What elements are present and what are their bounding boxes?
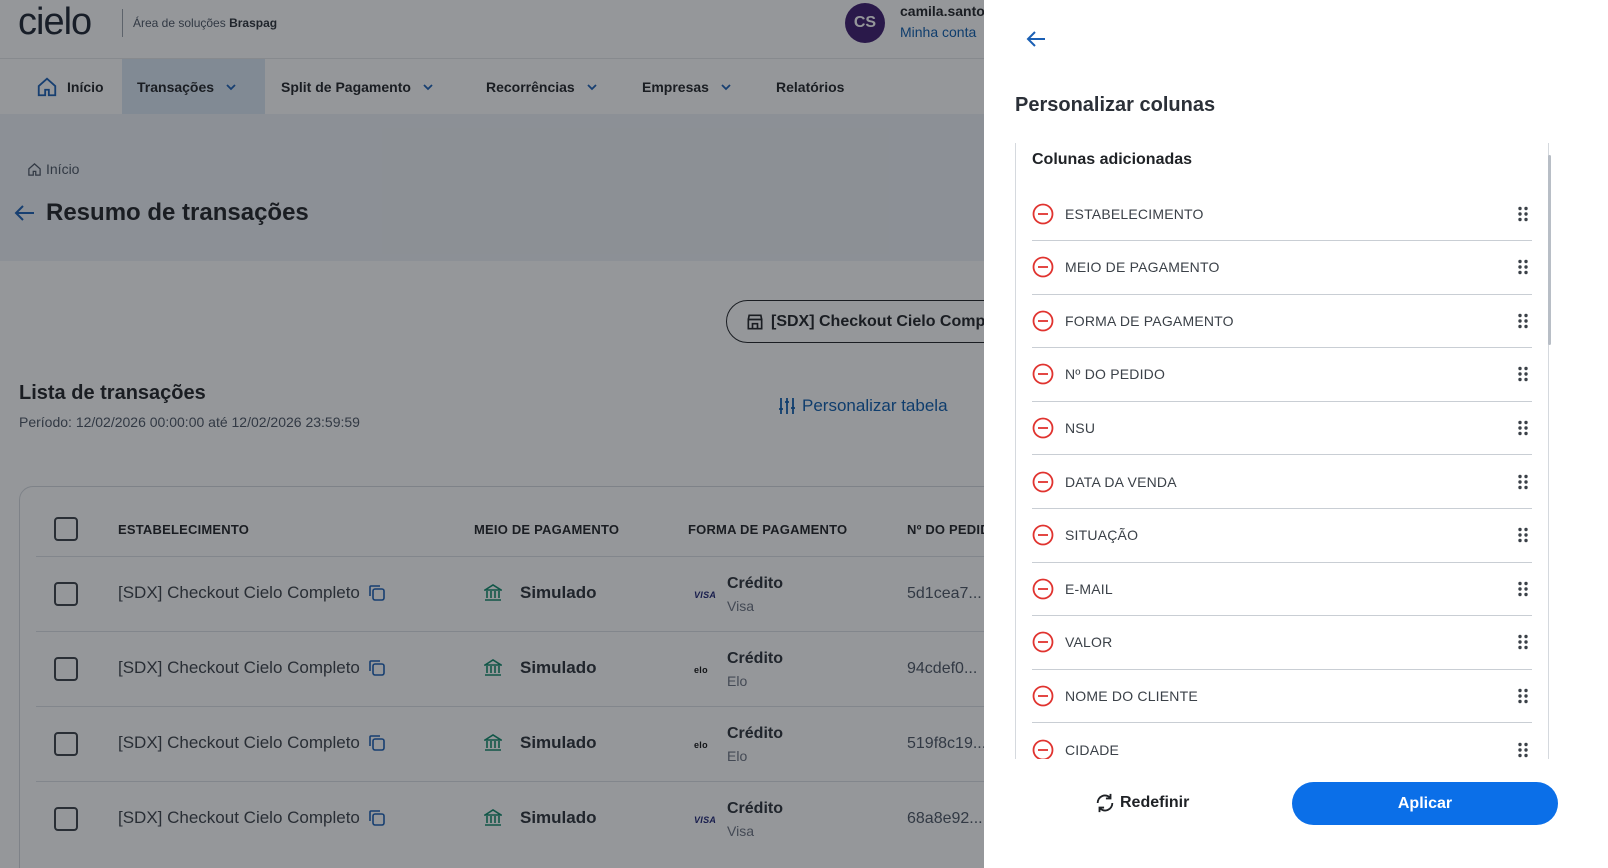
minus-circle-icon[interactable]: [1032, 471, 1054, 493]
column-row[interactable]: CIDADE: [1032, 723, 1532, 759]
refresh-icon: [1096, 793, 1114, 813]
drag-handle-icon[interactable]: [1516, 259, 1530, 275]
arrow-left-icon[interactable]: [1025, 28, 1047, 50]
column-label: FORMA DE PAGAMENTO: [1065, 312, 1234, 329]
drag-handle-icon[interactable]: [1516, 634, 1530, 650]
added-columns-list[interactable]: Colunas adicionadas ESTABELECIMENTO MEIO …: [1015, 143, 1549, 759]
column-row[interactable]: NSU: [1032, 401, 1532, 456]
drag-handle-icon[interactable]: [1516, 527, 1530, 543]
minus-circle-icon[interactable]: [1032, 685, 1054, 707]
drag-handle-icon[interactable]: [1516, 581, 1530, 597]
column-row[interactable]: FORMA DE PAGAMENTO: [1032, 294, 1532, 349]
minus-circle-icon[interactable]: [1032, 524, 1054, 546]
column-label: Nº DO PEDIDO: [1065, 366, 1166, 383]
column-row[interactable]: Nº DO PEDIDO: [1032, 348, 1532, 402]
column-label: CIDADE: [1065, 741, 1120, 758]
added-columns-heading: Colunas adicionadas: [1032, 151, 1193, 168]
column-label: SITUAÇÃO: [1065, 527, 1139, 544]
column-row[interactable]: NOME DO CLIENTE: [1032, 669, 1532, 724]
minus-circle-icon[interactable]: [1032, 578, 1054, 600]
minus-circle-icon[interactable]: [1032, 203, 1054, 225]
column-label: DATA DA VENDA: [1065, 473, 1177, 490]
customize-columns-drawer: Personalizar colunas Colunas adicionadas…: [984, 0, 1608, 868]
minus-circle-icon[interactable]: [1032, 363, 1054, 385]
apply-button[interactable]: Aplicar: [1292, 782, 1558, 825]
drag-handle-icon[interactable]: [1516, 313, 1530, 329]
drag-handle-icon[interactable]: [1516, 206, 1530, 222]
column-label: ESTABELECIMENTO: [1065, 205, 1204, 222]
column-row[interactable]: E-MAIL: [1032, 562, 1532, 617]
minus-circle-icon[interactable]: [1032, 256, 1054, 278]
column-label: NSU: [1065, 419, 1096, 436]
column-row[interactable]: ESTABELECIMENTO: [1032, 187, 1532, 241]
drawer-title: Personalizar colunas: [1015, 94, 1216, 116]
minus-circle-icon[interactable]: [1032, 631, 1054, 653]
reset-button[interactable]: Redefinir: [1094, 788, 1189, 818]
drag-handle-icon[interactable]: [1516, 474, 1530, 490]
column-label: VALOR: [1065, 634, 1113, 651]
minus-circle-icon[interactable]: [1032, 310, 1054, 332]
column-label: E-MAIL: [1065, 580, 1113, 597]
minus-circle-icon[interactable]: [1032, 739, 1054, 760]
scrollbar[interactable]: [1548, 155, 1551, 345]
drag-handle-icon[interactable]: [1516, 420, 1530, 436]
minus-circle-icon[interactable]: [1032, 417, 1054, 439]
drag-handle-icon[interactable]: [1516, 688, 1530, 704]
drag-handle-icon[interactable]: [1516, 366, 1530, 382]
reset-label: Redefinir: [1120, 794, 1190, 811]
column-label: NOME DO CLIENTE: [1065, 687, 1198, 704]
column-row[interactable]: SITUAÇÃO: [1032, 509, 1532, 563]
column-row[interactable]: MEIO DE PAGAMENTO: [1032, 241, 1532, 295]
column-label: MEIO DE PAGAMENTO: [1065, 259, 1220, 276]
column-row[interactable]: VALOR: [1032, 616, 1532, 670]
column-row[interactable]: DATA DA VENDA: [1032, 455, 1532, 509]
drag-handle-icon[interactable]: [1516, 742, 1530, 758]
modal-backdrop[interactable]: [0, 0, 984, 868]
